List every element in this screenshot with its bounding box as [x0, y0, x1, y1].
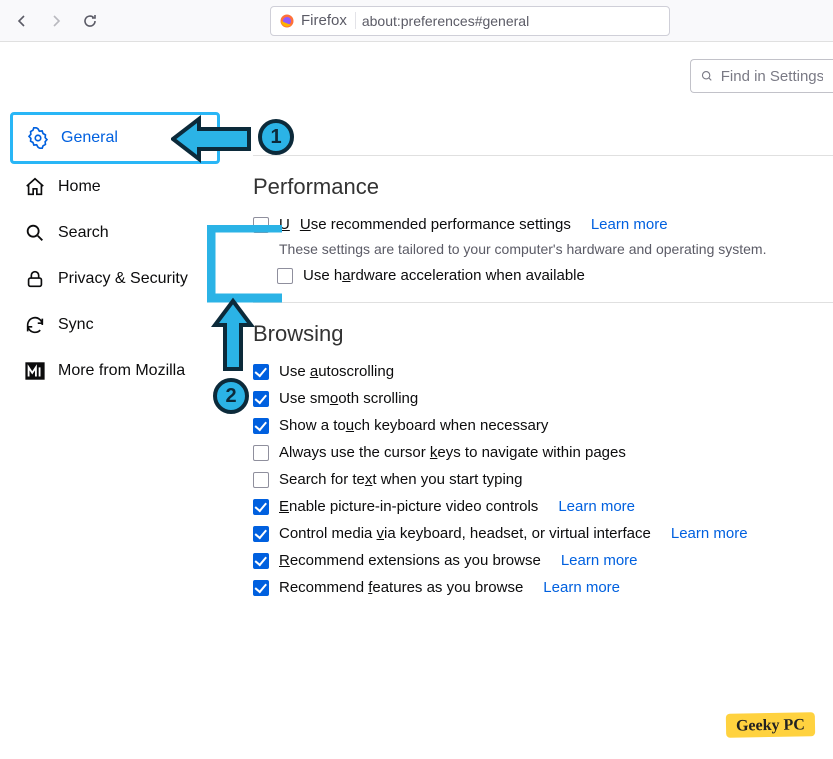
smooth-scroll-label: Use smooth scrolling [279, 390, 418, 407]
touch-keyboard-label: Show a touch keyboard when necessary [279, 417, 548, 434]
sidebar-item-label: Privacy & Security [58, 270, 188, 288]
sidebar-item-label: Sync [58, 316, 94, 334]
firefox-icon [279, 13, 295, 29]
recommended-description: These settings are tailored to your comp… [279, 241, 833, 257]
sidebar-item-label: General [61, 129, 118, 147]
annotation-number: 1 [270, 126, 281, 149]
recommend-ext-learn-more-link[interactable]: Learn more [561, 552, 638, 569]
url-bar[interactable]: Firefox about:preferences#general [270, 6, 670, 36]
site-identity-label: Firefox [301, 12, 347, 29]
settings-content: Performance U Use recommended performanc… [253, 155, 833, 606]
site-identity: Firefox [279, 12, 356, 29]
media-control-checkbox[interactable] [253, 526, 269, 542]
search-icon [24, 222, 46, 244]
browsing-heading: Browsing [253, 321, 833, 347]
find-input[interactable] [721, 68, 823, 85]
recommend-feat-learn-more-link[interactable]: Learn more [543, 579, 620, 596]
forward-button[interactable] [42, 7, 70, 35]
pip-learn-more-link[interactable]: Learn more [558, 498, 635, 515]
mozilla-icon [24, 360, 46, 382]
sync-icon [24, 314, 46, 336]
recommend-feat-label: Recommend features as you browse [279, 579, 523, 596]
sidebar-item-label: Search [58, 224, 109, 242]
sidebar-item-home[interactable]: Home [10, 164, 220, 210]
hardware-accel-label: Use hardware acceleration when available [303, 267, 585, 284]
find-in-settings[interactable] [690, 59, 833, 93]
sidebar-item-more-mozilla[interactable]: More from Mozilla [10, 348, 220, 394]
annotation-badge-2: 2 [213, 378, 249, 414]
sidebar-item-search[interactable]: Search [10, 210, 220, 256]
recommend-ext-label: Recommend extensions as you browse [279, 552, 541, 569]
search-typing-checkbox[interactable] [253, 472, 269, 488]
back-button[interactable] [8, 7, 36, 35]
recommend-ext-checkbox[interactable] [253, 553, 269, 569]
browser-toolbar: Firefox about:preferences#general [0, 0, 833, 42]
annotation-number: 2 [225, 385, 236, 408]
sidebar-item-label: Home [58, 178, 101, 196]
gear-icon [27, 127, 49, 149]
cursor-keys-label: Always use the cursor keys to navigate w… [279, 444, 626, 461]
sidebar-item-privacy[interactable]: Privacy & Security [10, 256, 220, 302]
media-control-label: Control media via keyboard, headset, or … [279, 525, 651, 542]
home-icon [24, 176, 46, 198]
recommended-learn-more-link[interactable]: Learn more [591, 216, 668, 233]
performance-heading: Performance [253, 174, 833, 200]
sidebar-item-label: More from Mozilla [58, 362, 185, 380]
search-icon [701, 69, 713, 83]
annotation-badge-1: 1 [258, 119, 294, 155]
pip-checkbox[interactable] [253, 499, 269, 515]
reload-button[interactable] [76, 7, 104, 35]
use-recommended-label-text: Use recommended performance settings [300, 216, 571, 233]
sidebar-item-sync[interactable]: Sync [10, 302, 220, 348]
url-text: about:preferences#general [362, 13, 529, 29]
lock-icon [24, 268, 46, 290]
pip-label: Enable picture-in-picture video controls [279, 498, 538, 515]
media-learn-more-link[interactable]: Learn more [671, 525, 748, 542]
touch-keyboard-checkbox[interactable] [253, 418, 269, 434]
recommend-feat-checkbox[interactable] [253, 580, 269, 596]
cursor-keys-checkbox[interactable] [253, 445, 269, 461]
watermark: Geeky PC [726, 712, 815, 738]
search-typing-label: Search for text when you start typing [279, 471, 522, 488]
